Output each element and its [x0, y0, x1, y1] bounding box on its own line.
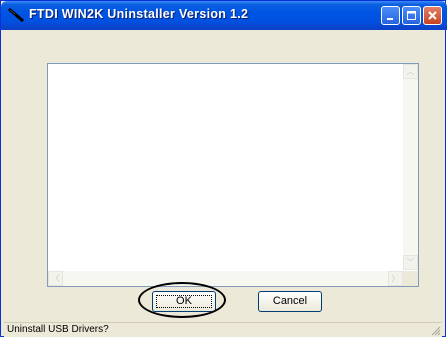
- scroll-left-icon[interactable]: 〈: [48, 271, 63, 286]
- scrollbar-corner: [403, 271, 418, 286]
- resize-grip-icon[interactable]: [429, 324, 441, 336]
- maximize-icon: [407, 11, 416, 20]
- scroll-down-icon[interactable]: ﹀: [403, 255, 418, 270]
- client-area: ︿ ﹀ 〈 〉 OK Cancel: [4, 30, 442, 322]
- horizontal-scrollbar[interactable]: 〈 〉: [48, 271, 403, 286]
- status-bar: Uninstall USB Drivers?: [4, 322, 442, 337]
- window-title: FTDI WIN2K Uninstaller Version 1.2: [29, 7, 249, 21]
- ok-button-label: OK: [176, 295, 192, 307]
- close-icon: [428, 11, 437, 20]
- vertical-scrollbar[interactable]: ︿ ﹀: [403, 64, 418, 270]
- cancel-button[interactable]: Cancel: [258, 291, 322, 312]
- scroll-up-icon[interactable]: ︿: [403, 64, 418, 79]
- uninstaller-window: FTDI WIN2K Uninstaller Version 1.2 ︿ ﹀ 〈…: [0, 0, 447, 337]
- output-textbox[interactable]: ︿ ﹀ 〈 〉: [47, 63, 419, 287]
- status-text: Uninstall USB Drivers?: [7, 324, 109, 335]
- scroll-right-icon[interactable]: 〉: [388, 271, 403, 286]
- maximize-button[interactable]: [402, 6, 421, 25]
- close-button[interactable]: [423, 6, 442, 25]
- minimize-button[interactable]: [381, 6, 400, 25]
- ok-button[interactable]: OK: [152, 291, 216, 312]
- minimize-icon: [387, 18, 393, 20]
- title-bar[interactable]: FTDI WIN2K Uninstaller Version 1.2: [1, 1, 447, 30]
- plug-icon: [8, 7, 24, 23]
